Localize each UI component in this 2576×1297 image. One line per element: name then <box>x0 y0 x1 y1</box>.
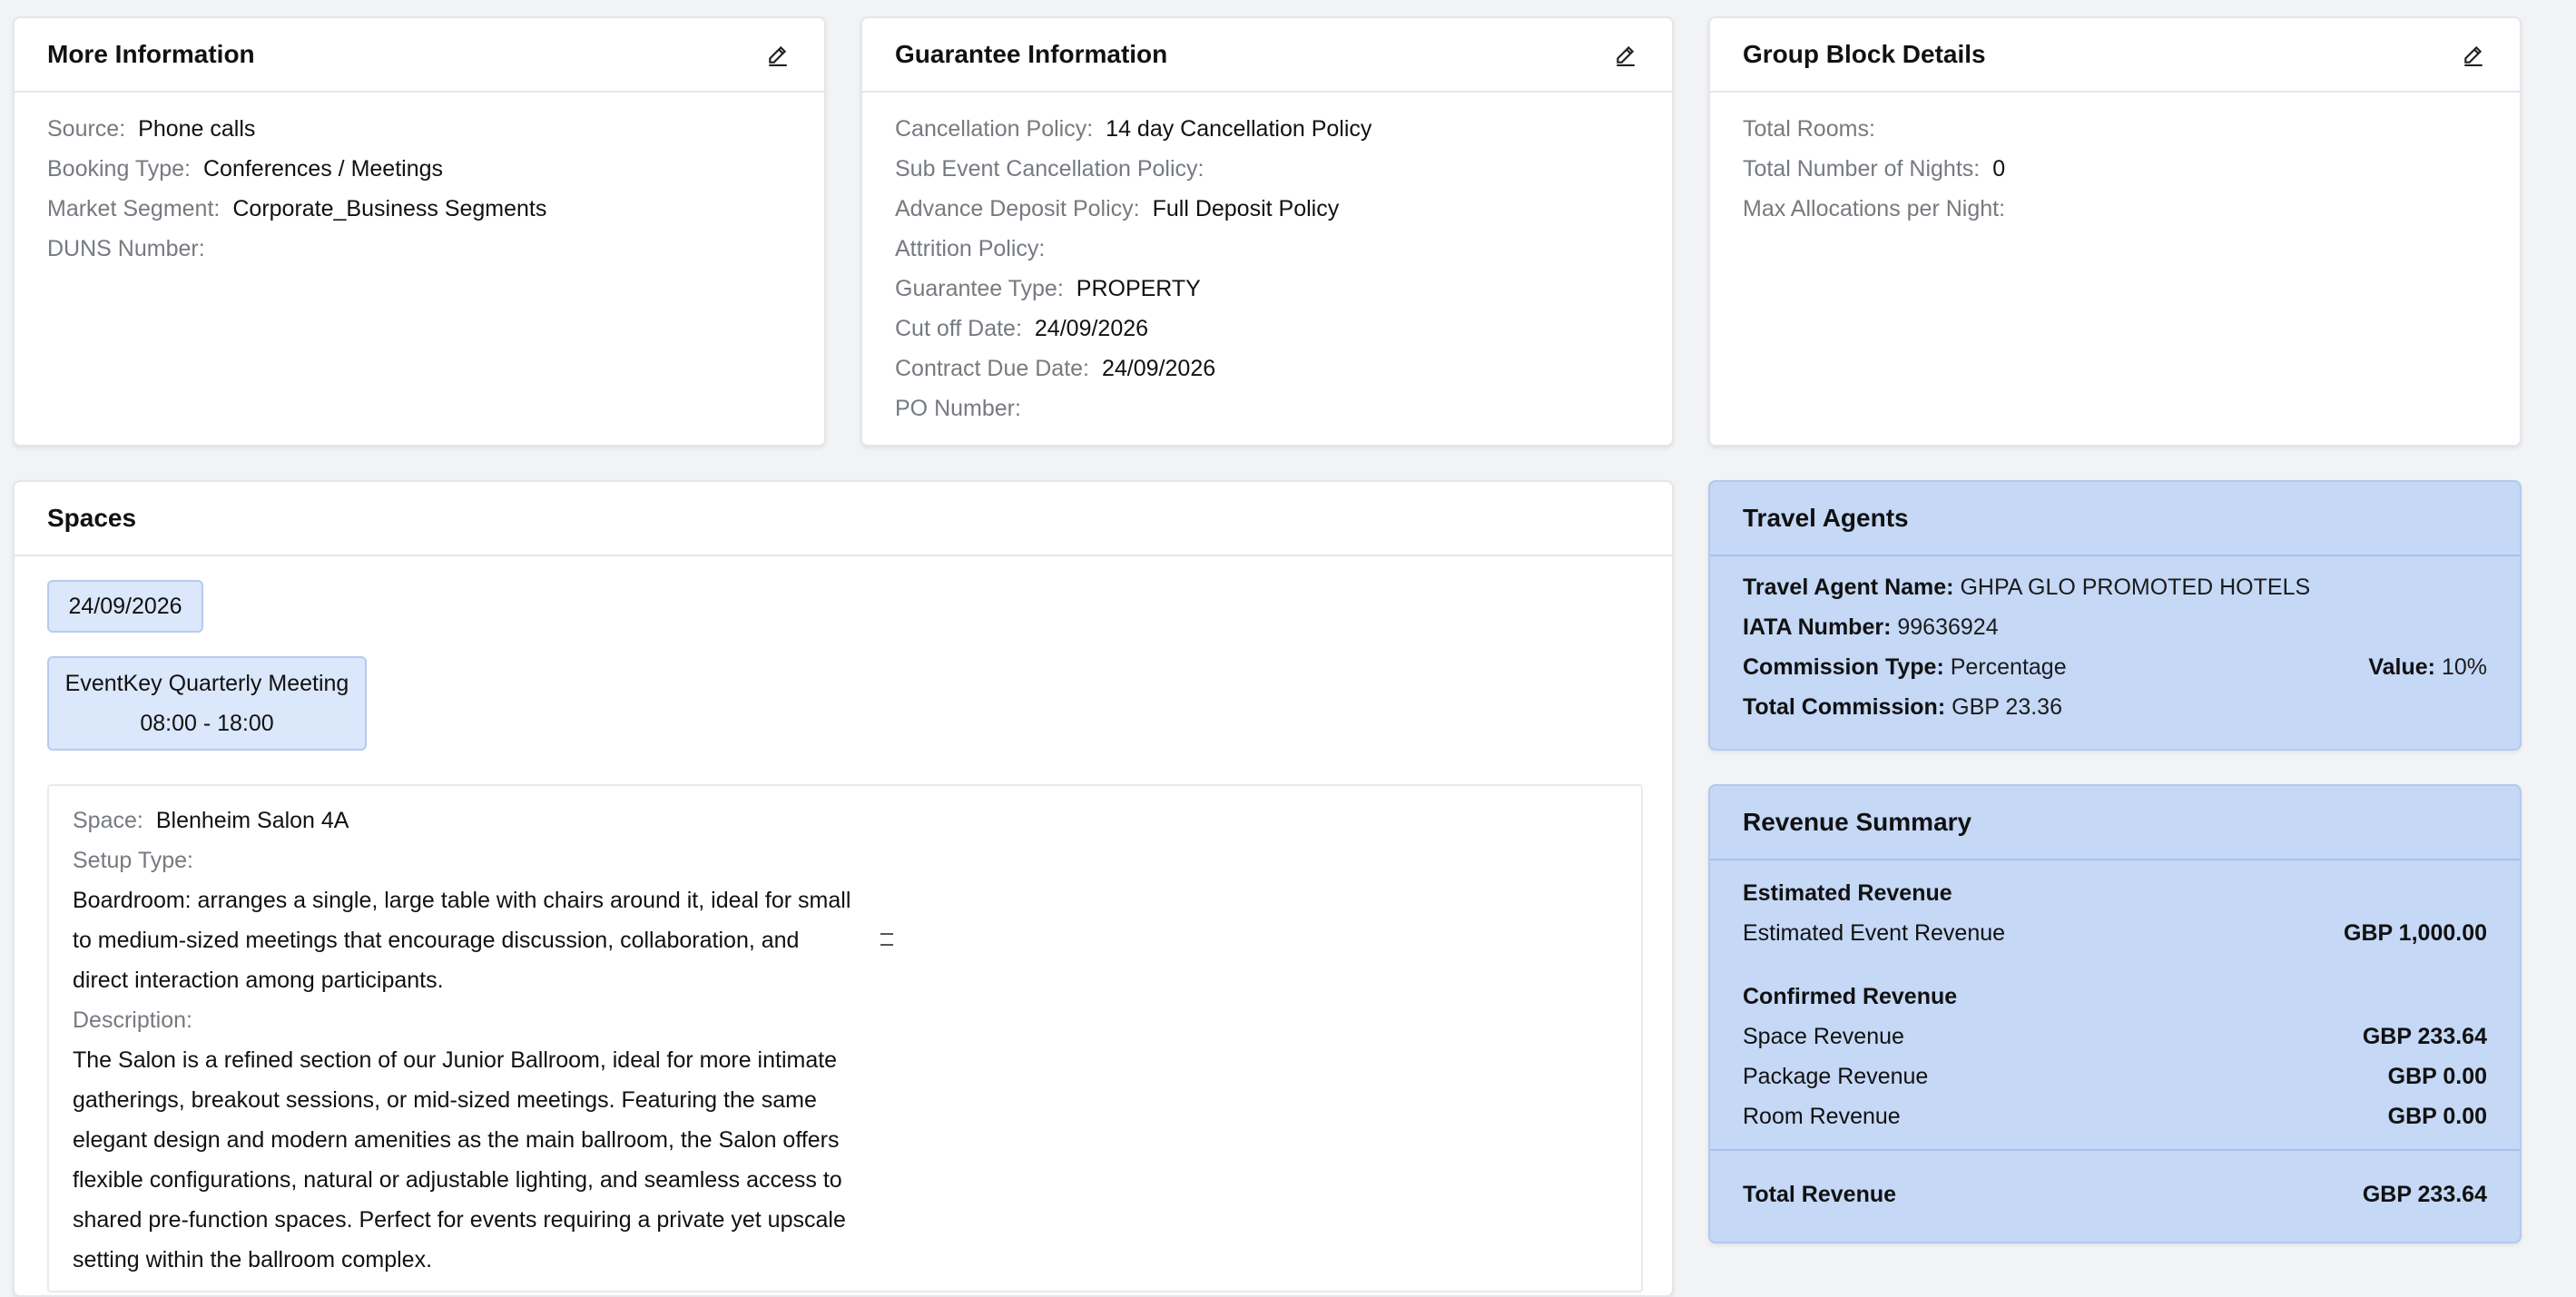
revenue-summary-title: Revenue Summary <box>1743 808 1972 836</box>
booking-type-row: Booking Type: Conferences / Meetings <box>47 156 444 182</box>
guarantee-information-header: Guarantee Information <box>862 18 1672 93</box>
advance-deposit-policy-row: Advance Deposit Policy: Full Deposit Poli… <box>895 196 1340 221</box>
event-chip[interactable]: EventKey Quarterly Meeting 08:00 - 18:00 <box>47 656 367 751</box>
group-block-details-title: Group Block Details <box>1743 40 1986 68</box>
event-name: EventKey Quarterly Meeting <box>64 671 349 696</box>
total-rooms-row: Total Rooms: <box>1743 116 1875 142</box>
travel-agents-card: Travel Agents Travel Agent Name: GHPA GL… <box>1708 480 2522 751</box>
total-revenue-section: Total Revenue GBP 233.64 <box>1710 1151 2520 1231</box>
edit-guarantee-information-icon[interactable] <box>1612 41 1639 68</box>
market-segment-row: Market Segment: Corporate_Business Segmen… <box>47 196 547 221</box>
travel-agents-title: Travel Agents <box>1743 504 1909 532</box>
edit-more-information-icon[interactable] <box>764 41 791 68</box>
guarantee-type-row: Guarantee Type: PROPERTY <box>895 276 1201 301</box>
spaces-title: Spaces <box>47 504 137 532</box>
setup-type-text: Boardroom: arranges a single, large tabl… <box>73 888 851 993</box>
attrition-policy-row: Attrition Policy: <box>895 236 1046 261</box>
space-row: Space: Blenheim Salon 4A <box>73 808 349 833</box>
more-information-card: More Information Source: Phone calls Book… <box>13 16 826 447</box>
confirmed-revenue-heading: Confirmed Revenue <box>1743 984 1958 1009</box>
space-detail-panel: Space: Blenheim Salon 4A Setup Type: Boar… <box>47 784 1643 1292</box>
guarantee-information-card: Guarantee Information Cancellation Polic… <box>860 16 1674 447</box>
total-nights-row: Total Number of Nights: 0 <box>1743 156 2006 182</box>
travel-agents-body: Travel Agent Name: GHPA GLO PROMOTED HOT… <box>1710 556 2520 743</box>
setup-type-label: Setup Type: <box>73 848 193 873</box>
estimated-event-revenue-row: Estimated Event Revenue GBP 1,000.00 <box>1743 920 2487 946</box>
description-text: The Salon is a refined section of our Ju… <box>73 1047 846 1272</box>
duns-number-row: DUNS Number: <box>47 236 205 261</box>
spaces-card: Spaces 24/09/2026 EventKey Quarterly Mee… <box>13 480 1674 1297</box>
max-allocations-row: Max Allocations per Night: <box>1743 196 2006 221</box>
total-revenue-row: Total Revenue GBP 233.64 <box>1743 1182 2487 1207</box>
po-number-row: PO Number: <box>895 396 1021 421</box>
group-block-details-card: Group Block Details Total Rooms: Total N… <box>1708 16 2522 447</box>
description-label: Description: <box>73 1007 192 1033</box>
iata-number-row: IATA Number: 99636924 <box>1743 614 1999 640</box>
more-information-title: More Information <box>47 40 255 68</box>
event-time: 08:00 - 18:00 <box>140 711 274 736</box>
more-information-header: More Information <box>15 18 824 93</box>
cut-off-date-row: Cut off Date: 24/09/2026 <box>895 316 1149 341</box>
space-revenue-row: Space Revenue GBP 233.64 <box>1743 1024 2487 1049</box>
sub-event-cancellation-policy-row: Sub Event Cancellation Policy: <box>895 156 1204 182</box>
commission-value: Value: 10% <box>2368 654 2487 680</box>
revenue-summary-header: Revenue Summary <box>1710 786 2520 860</box>
package-revenue-row: Package Revenue GBP 0.00 <box>1743 1064 2487 1089</box>
travel-agents-header: Travel Agents <box>1710 482 2520 556</box>
travel-agent-name-row: Travel Agent Name: GHPA GLO PROMOTED HOT… <box>1743 575 2311 600</box>
cancellation-policy-row: Cancellation Policy: 14 day Cancellation … <box>895 116 1372 142</box>
room-revenue-row: Room Revenue GBP 0.00 <box>1743 1104 2487 1129</box>
guarantee-information-title: Guarantee Information <box>895 40 1168 68</box>
group-block-details-header: Group Block Details <box>1710 18 2520 93</box>
edit-group-block-details-icon[interactable] <box>2460 41 2487 68</box>
total-commission-row: Total Commission: GBP 23.36 <box>1743 694 2062 720</box>
commission-type-row: Commission Type: Percentage Value: 10% <box>1743 647 2487 687</box>
space-name: Blenheim Salon 4A <box>155 808 349 833</box>
contract-due-date-row: Contract Due Date: 24/09/2026 <box>895 356 1216 381</box>
spaces-header: Spaces <box>15 482 1672 556</box>
date-chip-label: 24/09/2026 <box>68 594 182 619</box>
estimated-revenue-heading: Estimated Revenue <box>1743 880 1952 906</box>
guarantee-information-body: Cancellation Policy: 14 day Cancellation … <box>862 93 1672 445</box>
collapse-icon[interactable] <box>880 933 893 946</box>
source-row: Source: Phone calls <box>47 116 256 142</box>
group-block-details-body: Total Rooms: Total Number of Nights: 0 Ma… <box>1710 93 2520 245</box>
revenue-summary-body: Estimated Revenue Estimated Event Revenu… <box>1710 860 2520 1136</box>
more-information-body: Source: Phone calls Booking Type: Conferen… <box>15 93 824 285</box>
revenue-summary-card: Revenue Summary Estimated Revenue Estima… <box>1708 784 2522 1243</box>
date-chip[interactable]: 24/09/2026 <box>47 580 203 633</box>
